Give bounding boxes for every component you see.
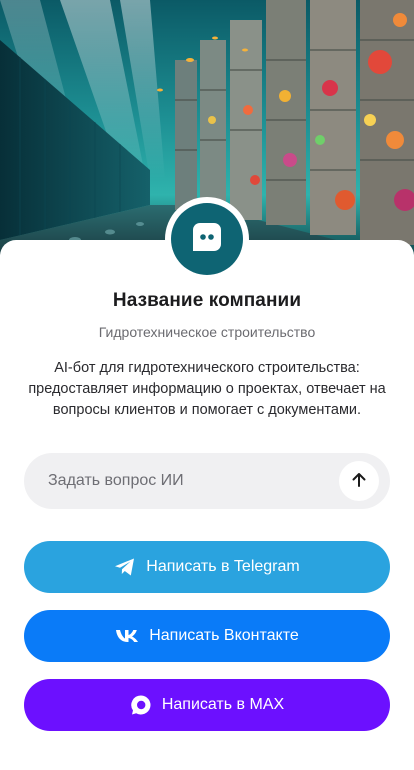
- company-name: Название компании: [112, 290, 302, 311]
- chat-bot-icon: [190, 220, 224, 259]
- arrow-up-icon: [350, 471, 368, 492]
- avatar-circle: [171, 203, 243, 275]
- vk-button-label: Написать Вконтакте: [149, 627, 299, 644]
- max-button[interactable]: Написать в MAX: [24, 679, 390, 731]
- vk-icon: [115, 629, 139, 643]
- telegram-button[interactable]: Написать в Telegram: [24, 541, 390, 593]
- company-description: AI-бот для гидротехнического строительст…: [28, 360, 386, 418]
- ask-ai-input[interactable]: [48, 453, 328, 509]
- telegram-button-label: Написать в Telegram: [146, 558, 300, 575]
- avatar: [165, 197, 249, 281]
- telegram-icon: [114, 557, 136, 577]
- ask-ai-field: [24, 453, 390, 509]
- max-icon: [130, 694, 152, 716]
- max-button-label: Написать в MAX: [161, 696, 285, 713]
- send-button[interactable]: [339, 461, 379, 501]
- company-subtitle: Гидротехническое строительство: [98, 324, 316, 340]
- vk-button[interactable]: Написать Вконтакте: [24, 610, 390, 662]
